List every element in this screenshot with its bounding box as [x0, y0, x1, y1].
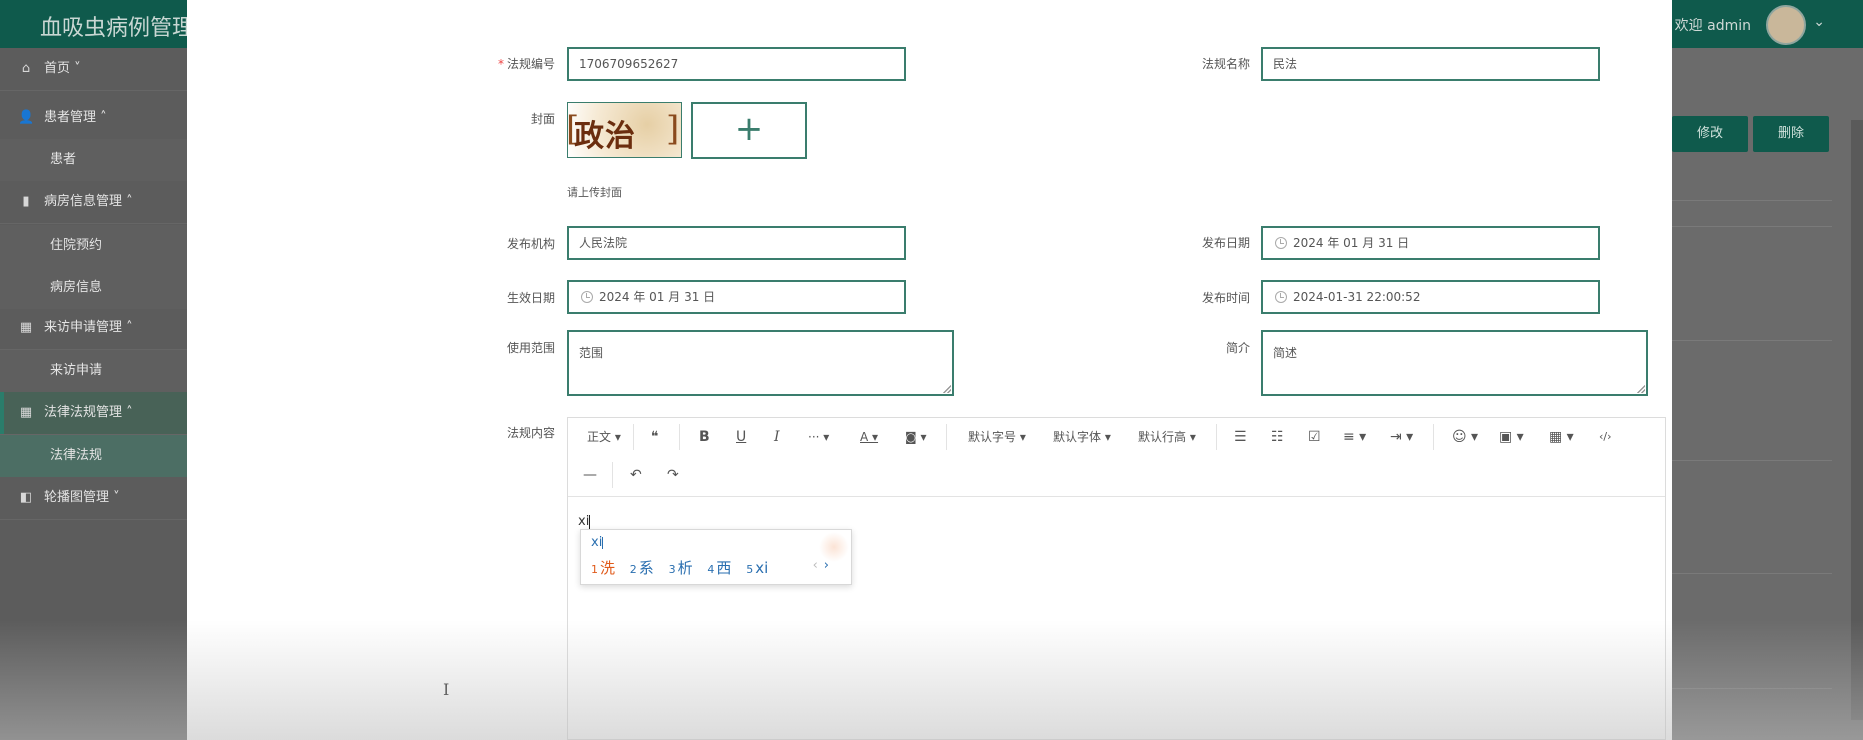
- todo-icon[interactable]: ☑: [1308, 428, 1321, 446]
- sidebar-item-patient[interactable]: 患者: [0, 139, 187, 181]
- editor-content[interactable]: xi: [578, 514, 591, 529]
- table-dropdown[interactable]: ▦ ▾: [1549, 428, 1574, 446]
- quote-icon[interactable]: ❝: [651, 428, 659, 446]
- divider-icon[interactable]: —: [583, 466, 597, 484]
- ime-candidate-window: xi 1洗 2系 3析 4西 5 xi ‹ ›: [580, 529, 852, 585]
- resize-handle[interactable]: [1637, 385, 1645, 393]
- text-caret: [589, 514, 591, 529]
- line-height-dropdown[interactable]: 默认行高 ▾: [1138, 428, 1196, 446]
- font-size-dropdown[interactable]: 默认字号 ▾: [968, 428, 1026, 446]
- ime-candidate[interactable]: 2系: [630, 559, 654, 577]
- rich-text-editor: 正文 ▾ ❝ B U I ··· ▾ A ▾ ◙ ▾ 默认字号 ▾ 默认字体 ▾…: [567, 417, 1666, 740]
- layout-icon: ◧: [19, 490, 33, 505]
- code-icon[interactable]: ‹/›: [1599, 428, 1612, 446]
- publish-date-picker[interactable]: 2024 年 01 月 31 日: [1261, 226, 1600, 260]
- upload-hint: 请上传封面: [567, 186, 622, 199]
- indent-dropdown[interactable]: ⇥ ▾: [1390, 428, 1413, 446]
- chart-icon: ▮: [22, 194, 30, 209]
- delete-button[interactable]: 删除: [1753, 116, 1829, 152]
- scope-label: 使用范围: [506, 341, 555, 355]
- sidebar-item-admission-booking[interactable]: 住院预约: [0, 225, 187, 267]
- image-dropdown[interactable]: ▣ ▾: [1499, 428, 1524, 446]
- background-color-dropdown[interactable]: ◙ ▾: [905, 428, 926, 446]
- user-icon: 👤: [18, 110, 35, 125]
- sidebar-item-visit-request[interactable]: 来访申请: [0, 350, 187, 392]
- publish-date-label: 发布日期: [1201, 236, 1250, 250]
- bold-icon[interactable]: B: [699, 428, 710, 446]
- law-no-label: * 法规编号: [497, 57, 555, 71]
- sidebar-item-ward-management[interactable]: ▮ 病房信息管理 ˄: [0, 181, 187, 224]
- scrollbar[interactable]: [1851, 120, 1863, 720]
- heading-dropdown[interactable]: 正文 ▾: [587, 428, 621, 446]
- chevron-down-icon[interactable]: ⌄: [1813, 14, 1825, 30]
- law-no-input[interactable]: 1706709652627: [567, 47, 906, 81]
- sidebar-item-home[interactable]: ⌂ 首页 ˅: [0, 48, 187, 91]
- sidebar-item-law-management[interactable]: ▦ 法律法规管理 ˄: [0, 392, 187, 435]
- editor-toolbar-row-2: — ↶ ↷: [568, 456, 1665, 497]
- issuer-input[interactable]: 人民法院: [567, 226, 906, 260]
- law-name-label: 法规名称: [1201, 57, 1250, 71]
- effective-date-picker[interactable]: 2024 年 01 月 31 日: [567, 280, 906, 314]
- clock-icon: [1275, 291, 1287, 303]
- ime-candidate[interactable]: 5 xi: [746, 559, 768, 577]
- numbered-list-icon[interactable]: ☷: [1271, 428, 1284, 446]
- more-styles-dropdown[interactable]: ··· ▾: [808, 428, 829, 446]
- editor-toolbar: 正文 ▾ ❝ B U I ··· ▾ A ▾ ◙ ▾ 默认字号 ▾ 默认字体 ▾…: [568, 418, 1665, 456]
- clock-icon: [1275, 237, 1287, 249]
- emoji-dropdown[interactable]: ☺ ▾: [1452, 428, 1478, 446]
- ime-candidate[interactable]: 3析: [669, 559, 693, 577]
- chevron-left-icon[interactable]: ‹: [813, 558, 818, 573]
- effective-date-label: 生效日期: [506, 291, 555, 305]
- grid-icon: ▦: [19, 405, 33, 420]
- chevron-right-icon[interactable]: ›: [824, 558, 829, 573]
- sidebar-item-carousel-management[interactable]: ◧ 轮播图管理 ˅: [0, 477, 187, 520]
- plus-icon: +: [734, 109, 764, 149]
- ime-candidate[interactable]: 4西: [707, 559, 731, 577]
- sidebar-item-ward-info[interactable]: 病房信息: [0, 267, 187, 309]
- sidebar-item-visit-management[interactable]: ▦ 来访申请管理 ˄: [0, 307, 187, 350]
- undo-icon[interactable]: ↶: [630, 466, 642, 484]
- bullet-list-icon[interactable]: ☰: [1234, 428, 1247, 446]
- sidebar: ⌂ 首页 ˅ 👤 患者管理 ˄ 患者 ▮ 病房信息管理 ˄ 住院预约 病房信息 ▦ 来访…: [0, 48, 187, 740]
- home-icon: ⌂: [21, 61, 31, 76]
- resize-handle[interactable]: [943, 385, 951, 393]
- underline-icon[interactable]: U: [736, 428, 746, 446]
- text-cursor-icon: I: [443, 680, 450, 699]
- edit-button[interactable]: 修改: [1672, 116, 1748, 152]
- content-label: 法规内容: [506, 426, 555, 440]
- issuer-label: 发布机构: [506, 237, 555, 251]
- avatar[interactable]: [1766, 5, 1806, 45]
- grid-icon: ▦: [19, 320, 33, 335]
- law-name-input[interactable]: 民法: [1261, 47, 1600, 81]
- font-color-dropdown[interactable]: A ▾: [860, 428, 878, 446]
- italic-icon[interactable]: I: [774, 428, 780, 446]
- ime-candidate[interactable]: 1洗: [591, 559, 615, 577]
- redo-icon[interactable]: ↷: [667, 466, 679, 484]
- cover-image[interactable]: [ 政治 ]: [567, 102, 682, 158]
- align-dropdown[interactable]: ≡ ▾: [1343, 428, 1366, 446]
- intro-label: 简介: [1225, 341, 1250, 355]
- publish-time-label: 发布时间: [1201, 291, 1250, 305]
- font-family-dropdown[interactable]: 默认字体 ▾: [1053, 428, 1111, 446]
- clock-icon: [581, 291, 593, 303]
- cover-label: 封面: [530, 112, 555, 126]
- ime-page-nav: ‹ ›: [813, 558, 829, 573]
- ime-composition: xi: [591, 535, 604, 550]
- sidebar-item-patient-management[interactable]: 👤 患者管理 ˄: [0, 97, 187, 140]
- scope-textarea[interactable]: 范围: [567, 330, 954, 396]
- ime-candidates: 1洗 2系 3析 4西 5 xi: [591, 557, 778, 578]
- app-title: 血吸虫病例管理: [40, 16, 195, 41]
- upload-cover-button[interactable]: +: [691, 102, 807, 159]
- publish-time-picker[interactable]: 2024-01-31 22:00:52: [1261, 280, 1600, 314]
- welcome-text: 欢迎 admin: [1674, 18, 1751, 34]
- intro-textarea[interactable]: 简述: [1261, 330, 1648, 396]
- sidebar-item-laws[interactable]: 法律法规: [0, 435, 187, 477]
